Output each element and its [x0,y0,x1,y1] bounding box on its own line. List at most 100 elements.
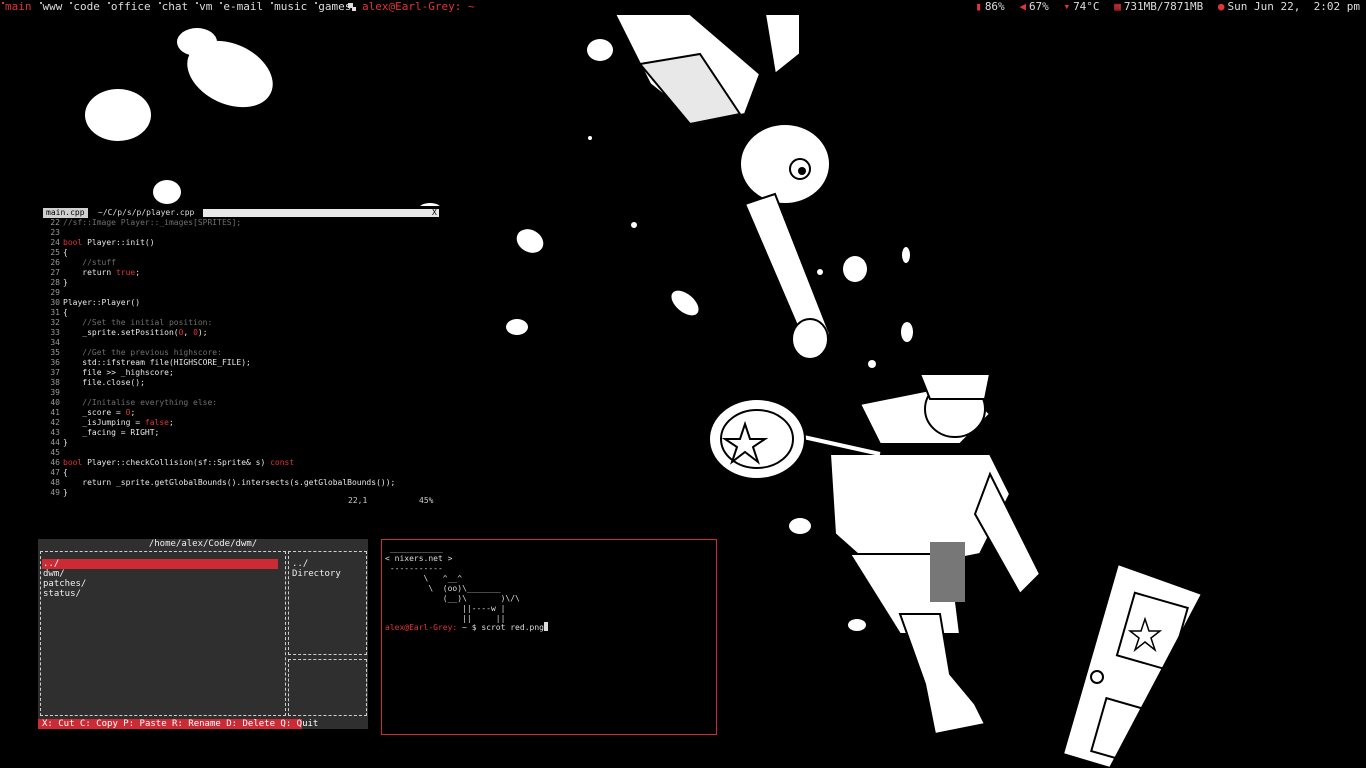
tag-music[interactable]: music [271,0,307,14]
tab-main-cpp[interactable]: main.cpp [43,208,88,218]
line-number: 32 [50,318,60,327]
code-line[interactable]: 30 Player::Player() [43,298,443,308]
clock-status: ● Sun Jun 22, 2:02 pm [1218,0,1360,14]
code-text: } [63,488,68,497]
file-entry[interactable]: patches/ [42,579,278,589]
code-line[interactable]: 43 _facing = RIGHT; [43,428,443,438]
code-line[interactable]: 41 _score = 0; [43,408,443,418]
line-number: 27 [50,268,60,277]
line-number: 36 [50,358,60,367]
code-line[interactable]: 49} [43,488,443,498]
tag-label: music [274,0,308,13]
code-line[interactable]: 37 file >> _highscore; [43,368,443,378]
tag-www[interactable]: www [39,0,62,14]
tag-occupied-indicator [196,2,199,4]
file-manager-path: /home/alex/Code/dwm/ [148,539,258,549]
tag-occupied-indicator [39,2,42,4]
code-text: { [63,248,68,257]
line-number: 31 [50,308,60,317]
code-line[interactable]: 24 bool Player::init() [43,238,443,248]
file-entry[interactable]: dwm/ [42,569,278,579]
line-number: 43 [50,428,60,437]
code-line[interactable]: 36 std::ifstream file(HIGHSCORE_FILE); [43,358,443,368]
file-list[interactable]: ../dwm/patches/status/ [42,559,278,599]
tag-occupied-indicator [220,2,223,4]
code-line[interactable]: 47{ [43,468,443,478]
line-number: 38 [50,378,60,387]
tag-label: games [318,0,352,13]
battery-status: ▮ 86% [975,0,1005,14]
file-manager-window[interactable]: /home/alex/Code/dwm/ ../dwm/patches/stat… [38,539,368,729]
code-text: //Initalise everything else: [63,398,218,407]
code-line[interactable]: 27 return true; [43,268,443,278]
tag-main[interactable]: main [2,0,32,14]
terminal-command-input[interactable]: scrot red.png [481,623,544,632]
top-bar: main www code office chat vm e-mail music games … [0,0,1366,14]
battery-value: 86% [984,0,1005,13]
vim-editor-window[interactable]: main.cpp ~/C/p/s/p/player.cpp X 22//sf::… [43,206,443,511]
line-number: 28 [50,278,60,287]
code-text: //Set the initial position: [63,318,213,327]
code-text: bool Player::checkCollision(sf::Sprite& … [63,458,295,467]
tag-list: main www code office chat vm e-mail music games [2,0,359,14]
line-number: 48 [50,478,60,487]
code-text: } [63,438,68,447]
code-text: //sf::Image Player::_images[SPRITES]; [63,218,242,227]
code-line[interactable]: 33 _sprite.setPosition(0, 0); [43,328,443,338]
tab-player-cpp[interactable]: ~/C/p/s/p/player.cpp [98,208,194,218]
tag-games[interactable]: games [315,0,351,14]
tag-occupied-indicator [70,2,73,4]
tag-label: vm [199,0,213,13]
tag-chat[interactable]: chat [158,0,189,14]
tab-close-button[interactable]: X [432,208,437,218]
tag-code[interactable]: code [70,0,100,14]
code-line[interactable]: 32 //Set the initial position: [43,318,443,328]
code-line[interactable]: 26 //stuff [43,258,443,268]
code-line[interactable]: 39 [43,388,443,398]
line-number: 24 [50,238,60,247]
tag-occupied-indicator [107,2,110,4]
file-entry[interactable]: status/ [42,589,278,599]
code-line[interactable]: 29 [43,288,443,298]
code-text: //Get the previous highscore: [63,348,222,357]
line-number: 45 [50,448,60,457]
tag-label: office [110,0,151,13]
memory-status: ▦ 731MB/7871MB [1114,0,1203,14]
tag-e-mail[interactable]: e-mail [220,0,263,14]
line-number: 37 [50,368,60,377]
code-line[interactable]: 35 //Get the previous highscore: [43,348,443,358]
code-line[interactable]: 38 file.close(); [43,378,443,388]
status-area: ▮ 86% ◀ 67% ▾ 74°C ▦ 731MB/7871MB ● Sun Jun 2… [967,0,1360,14]
code-text: bool Player::init() [63,238,155,247]
code-line[interactable]: 23 [43,228,443,238]
code-line[interactable]: 42 _isJumping = false; [43,418,443,428]
line-number: 44 [50,438,60,447]
tag-office[interactable]: office [107,0,151,14]
cowsay-output: ___________ < nixers.net > ----------- \… [385,544,520,623]
layout-icon[interactable] [348,3,356,11]
code-text: Player::Player() [63,298,141,307]
code-text: file >> _highscore; [63,368,174,377]
tag-label: chat [161,0,189,13]
code-text: _score = 0; [63,408,136,417]
code-line[interactable]: 31{ [43,308,443,318]
terminal-window[interactable]: ___________ < nixers.net > ----------- \… [381,539,717,735]
file-entry[interactable]: ../ [42,559,278,569]
code-line[interactable]: 46 bool Player::checkCollision(sf::Sprite… [43,458,443,468]
tag-label: e-mail [223,0,264,13]
code-line[interactable]: 22//sf::Image Player::_images[SPRITES]; [43,218,443,228]
code-line[interactable]: 34 [43,338,443,348]
line-number: 25 [50,248,60,257]
code-line[interactable]: 25{ [43,248,443,258]
code-text: { [63,308,68,317]
code-line[interactable]: 48 return _sprite.getGlobalBounds().inte… [43,478,443,488]
code-line[interactable]: 28} [43,278,443,288]
terminal-prompt-line[interactable]: alex@Earl-Grey: ~ $ scrot red.png [385,622,548,633]
code-line[interactable]: 40 //Initalise everything else: [43,398,443,408]
vim-buffer[interactable]: 22//sf::Image Player::_images[SPRITES]; 2… [43,218,443,498]
code-line[interactable]: 44} [43,438,443,448]
memory-value: 731MB/7871MB [1123,0,1204,13]
tag-vm[interactable]: vm [196,0,212,14]
vim-tabline: main.cpp ~/C/p/s/p/player.cpp X [43,208,443,218]
code-line[interactable]: 45 [43,448,443,458]
